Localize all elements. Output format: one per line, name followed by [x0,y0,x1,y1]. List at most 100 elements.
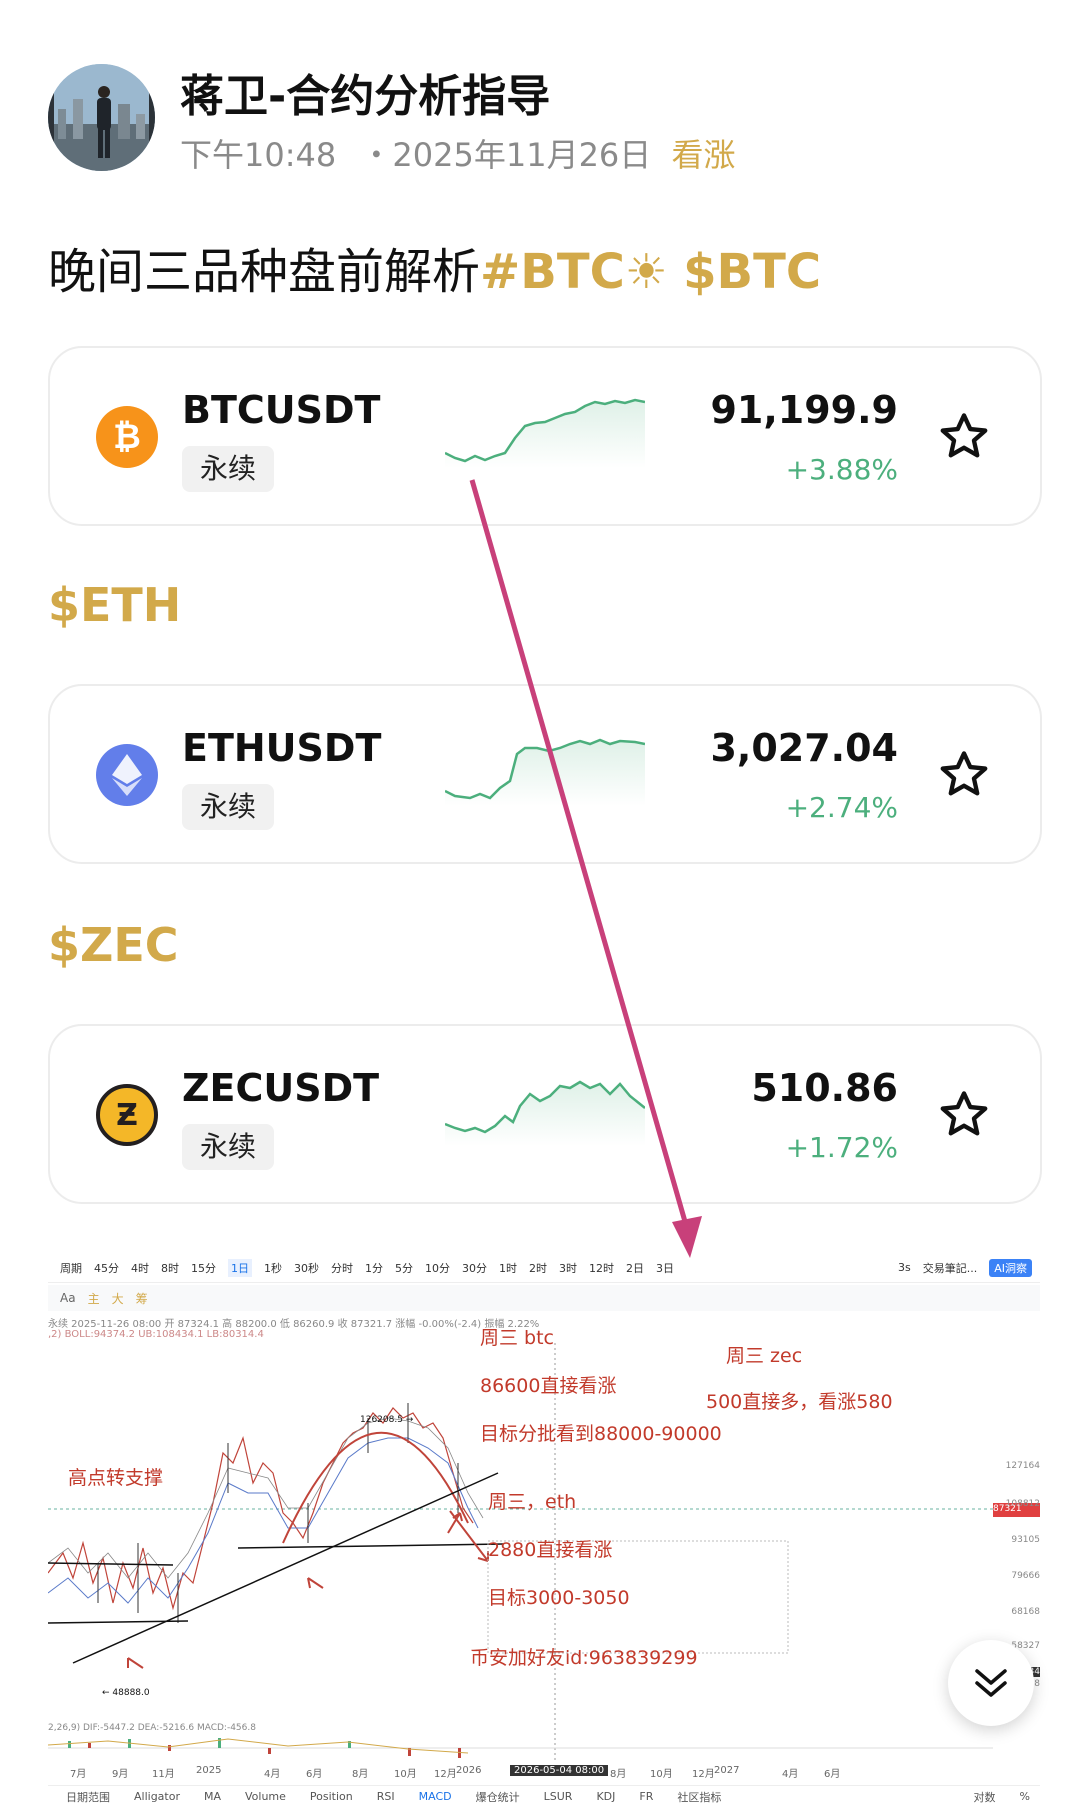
ticker-card-btc[interactable]: ₿ BTCUSDT 永续 91,199.9 +3.88% [48,346,1042,526]
sentiment-badge: 看涨 [671,136,736,174]
indicator-item[interactable]: 社区指标 [677,1789,721,1805]
avatar[interactable] [48,64,155,171]
toolbar-item[interactable]: 1时 [499,1260,517,1276]
post-date: ・2025年11月26日 [360,136,652,174]
ticker-price: 3,027.04 [710,726,898,770]
x-axis-label: 4月 [264,1769,281,1780]
indicator-item[interactable]: KDJ [596,1790,615,1803]
indicator-item[interactable]: Volume [245,1790,286,1803]
cashtag-eth[interactable]: $ETH [48,578,181,632]
x-axis-label: 10月 [650,1769,673,1780]
star-icon[interactable] [938,1088,990,1140]
peak-price-label: 126208.5 → [360,1415,414,1425]
contract-type-badge: 永续 [182,1124,275,1170]
x-axis: 7月 9月 11月 2025 4月 6月 8月 10月 12月 2026 202… [48,1765,1040,1783]
ethereum-icon [96,744,158,806]
sparkline-chart [445,1080,645,1146]
x-axis-label: 6月 [824,1769,841,1780]
x-axis-label: 12月 [434,1769,457,1780]
annotation-eth-entry: 2880直接看涨 [488,1539,613,1561]
y-axis-label: 127164 [1005,1461,1040,1471]
toolbar2-item[interactable]: Aa [60,1291,76,1305]
macd-readout: 2,26,9) DIF:-5447.2 DEA:-5216.6 MACD:-45… [48,1723,256,1733]
toolbar-item[interactable]: 3日 [656,1260,674,1276]
indicator-item[interactable]: Position [310,1790,353,1803]
hashtag-btc[interactable]: #BTC [480,244,625,300]
toolbar-item[interactable]: 分时 [331,1260,353,1276]
toolbar-item[interactable]: 3s [898,1261,911,1274]
toolbar-item[interactable]: 1分 [365,1260,383,1276]
toolbar-item[interactable]: 5分 [395,1260,413,1276]
indicator-item[interactable]: LSUR [544,1790,573,1803]
ohlc-readout: 永续 2025-11-26 08:00 开 87324.1 高 88200.0 … [48,1319,540,1330]
scroll-down-button[interactable] [948,1640,1034,1726]
toolbar-item-active[interactable]: 1日 [228,1258,252,1277]
indicator-item[interactable]: 日期范围 [66,1789,110,1805]
ticker-change: +2.74% [785,791,898,824]
toolbar-item[interactable]: 2时 [529,1260,547,1276]
toolbar2-item[interactable]: 大 [112,1290,124,1307]
ticker-card-eth[interactable]: ETHUSDT 永续 3,027.04 +2.74% [48,684,1042,864]
indicator-item[interactable]: Alligator [134,1790,180,1803]
x-axis-label: 9月 [112,1769,129,1780]
ticker-card-zec[interactable]: Ƶ ZECUSDT 永续 510.86 +1.72% [48,1024,1042,1204]
bitcoin-icon: ₿ [96,406,158,468]
star-icon[interactable] [938,410,990,462]
post-image-chart[interactable]: 周期 45分 4时 8时 15分 1日 1秒 30秒 分时 1分 5分 10分 … [48,1253,1040,1809]
annotation-btc-entry: 86600直接看涨 [480,1375,617,1397]
x-axis-label: 4月 [782,1769,799,1780]
x-axis-label: 2025 [196,1765,222,1776]
y-axis-label: 68168 [1011,1607,1040,1617]
star-icon[interactable] [938,748,990,800]
y-axis-label: 79666 [1011,1571,1040,1581]
toolbar-item[interactable]: 3时 [559,1260,577,1276]
ticker-change: +3.88% [785,453,898,486]
toolbar-item[interactable]: 1秒 [264,1260,282,1276]
annotation-binance-id: 币安加好友id:963839299 [470,1647,698,1669]
annotation-eth-title: 周三，eth [488,1491,577,1513]
toolbar-item[interactable]: 45分 [94,1260,119,1276]
indicator-item[interactable]: MA [204,1790,221,1803]
indicator-item[interactable]: 爆仓统计 [476,1789,520,1805]
author-name[interactable]: 蒋卫-合约分析指导 [180,60,550,124]
ai-button[interactable]: AI洞察 [989,1258,1032,1277]
toolbar-item[interactable]: 30分 [462,1260,487,1276]
toolbar-item[interactable]: 15分 [191,1260,216,1276]
chart-toolbar: 周期 45分 4时 8时 15分 1日 1秒 30秒 分时 1分 5分 10分 … [48,1253,1040,1283]
post-title: 晚间三品种盘前解析#BTC☀ $BTC [48,232,821,302]
indicator-item[interactable]: RSI [377,1790,395,1803]
toolbar-item[interactable]: 交易筆記... [923,1260,978,1276]
cashtag-btc[interactable]: $BTC [683,244,821,300]
double-chevron-down-icon [975,1669,1007,1697]
annotation-zec-title: 周三 zec [726,1345,803,1367]
sun-icon: ☀ [624,244,668,300]
x-axis-label: 11月 [152,1769,175,1780]
toolbar-item[interactable]: 10分 [425,1260,450,1276]
boll-readout: ,2) BOLL:94374.2 UB:108434.1 LB:80314.4 [48,1329,264,1340]
indicator-item[interactable]: 对数 [974,1789,996,1805]
toolbar-item[interactable]: 8时 [161,1260,179,1276]
ticker-change: +1.72% [785,1131,898,1164]
y-axis-label: 93105 [1011,1535,1040,1545]
toolbar-item[interactable]: 30秒 [294,1260,319,1276]
current-price-label: 87321 [993,1504,1022,1514]
indicator-item[interactable]: FR [639,1790,653,1803]
toolbar-item[interactable]: 周期 [60,1260,82,1276]
annotation-eth-target: 目标3000-3050 [488,1587,630,1609]
toolbar2-item[interactable]: 筹 [136,1290,148,1307]
toolbar-item[interactable]: 4时 [131,1260,149,1276]
x-axis-label: 8月 [352,1769,369,1780]
cashtag-zec[interactable]: $ZEC [48,918,179,972]
indicator-bar: 日期范围 Alligator MA Volume Position RSI MA… [48,1785,1040,1807]
low-price-label: ← 48888.0 [102,1688,150,1698]
toolbar-item[interactable]: 2日 [626,1260,644,1276]
annotation-btc-target: 目标分批看到88000-90000 [480,1423,722,1445]
zcash-icon: Ƶ [96,1084,158,1146]
x-axis-label: 2026 [456,1765,482,1776]
indicator-item-active[interactable]: MACD [419,1790,452,1803]
toolbar-item[interactable]: 12时 [589,1260,614,1276]
toolbar2-item[interactable]: 主 [88,1290,100,1307]
post-meta: 下午10:48 ・2025年11月26日 看涨 [180,130,735,176]
indicator-item[interactable]: % [1020,1790,1030,1803]
x-axis-label: 6月 [306,1769,323,1780]
